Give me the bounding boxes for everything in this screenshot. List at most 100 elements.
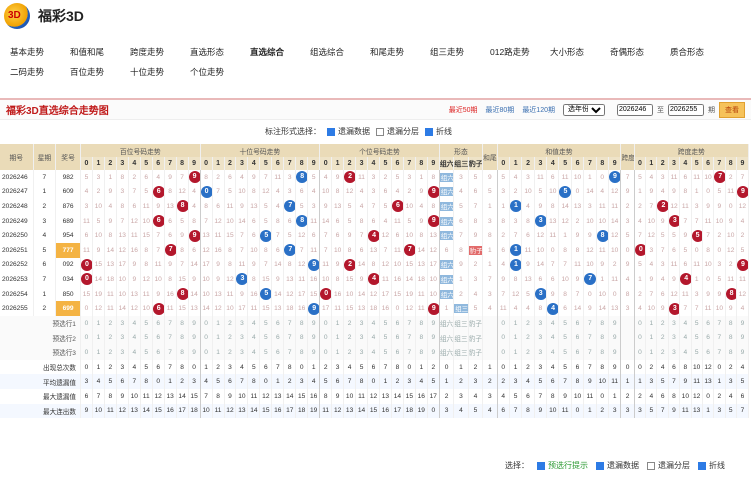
- missing-cell: 11: [379, 272, 392, 287]
- nav-link[interactable]: 百位走势: [70, 66, 130, 78]
- missing-cell: 13: [427, 228, 440, 243]
- checkbox-checked-icon[interactable]: [698, 461, 706, 470]
- nav-link[interactable]: 基本走势: [10, 46, 70, 58]
- missing-cell: 8: [355, 213, 369, 229]
- opt-missing[interactable]: 遗漏数据: [327, 126, 370, 137]
- opt-foot-missing[interactable]: 遗漏数据: [596, 460, 639, 471]
- preview-digit: 9: [427, 315, 440, 331]
- missing-cell: 10: [140, 301, 153, 316]
- missing-cell: 14: [355, 257, 369, 273]
- preview-digit: 1: [92, 330, 105, 346]
- checkbox-checked-icon[interactable]: [327, 127, 335, 136]
- stats-cell: 7: [200, 388, 213, 404]
- opt-preview-hint[interactable]: 预选行提示: [537, 460, 588, 471]
- kuadu-cell: 7: [620, 170, 635, 185]
- nav-link[interactable]: 跨度走势: [130, 46, 190, 58]
- nav-link[interactable]: 二码走势: [10, 66, 70, 78]
- sum-cell: 11: [497, 301, 510, 316]
- span-cell: 5: [679, 242, 692, 258]
- nav-row-2: 二码走势 百位走势 十位走势 个位走势: [10, 62, 751, 82]
- nav-link[interactable]: 大小形态: [550, 46, 610, 58]
- preview-row: 预选行2 0 1 2 3 4 5 6 7 8 9 0 1 2 3 4 5 6 7 8 9 0 1 2 3 4 5 6 7 8 9 组六 组三 豹子…: [0, 330, 750, 346]
- nav-link[interactable]: 和值和尾: [70, 46, 130, 58]
- missing-cell: 10: [343, 286, 357, 302]
- column-header: 跨度: [620, 144, 635, 170]
- opt-layer[interactable]: 遗漏分层: [376, 126, 419, 137]
- nav-link[interactable]: 个位走势: [190, 66, 250, 78]
- missing-cell: 14: [271, 286, 285, 302]
- nav-link[interactable]: 组三走势: [430, 46, 490, 58]
- stats-cell: 0: [596, 388, 609, 404]
- opt-line[interactable]: 折线: [425, 126, 452, 137]
- missing-cell: 2: [212, 170, 225, 185]
- missing-cell: 10: [427, 286, 440, 302]
- checkbox-icon[interactable]: [647, 461, 655, 470]
- hit-ball: 8: [176, 288, 188, 301]
- missing-cell: 4: [391, 184, 404, 200]
- missing-cell: 10: [92, 228, 105, 243]
- year-select[interactable]: 选年份: [563, 103, 605, 116]
- stats-cell: 6: [521, 388, 535, 404]
- nav-link[interactable]: 质合形态: [670, 46, 730, 58]
- missing-cell: 6: [283, 213, 297, 229]
- digit-header: 8: [725, 157, 737, 170]
- table-row: 2026254 1 850 15 19 11 10 13 11 9 16 8 14 10 13 11 9 16 5 1…: [0, 286, 750, 302]
- from-issue-input[interactable]: [617, 103, 653, 116]
- sum-cell: 11: [534, 170, 548, 185]
- missing-cell: 9: [164, 170, 177, 185]
- nav-link[interactable]: 直选综合: [250, 46, 310, 58]
- preview-digit: 2: [521, 315, 535, 331]
- missing-cell: 10: [224, 213, 237, 229]
- sum-cell: 8: [521, 213, 535, 229]
- missing-cell: 16: [247, 286, 261, 302]
- missing-cell: 7: [355, 228, 369, 243]
- recent-50-link[interactable]: 最近50期: [449, 105, 478, 115]
- stats-cell: 11: [140, 388, 153, 404]
- nav-link[interactable]: 组选综合: [310, 46, 370, 58]
- missing-cell: 17: [295, 286, 309, 302]
- form-cell: 组六: [439, 228, 455, 243]
- to-issue-input[interactable]: [668, 103, 704, 116]
- missing-cell: 8: [200, 170, 213, 185]
- stats-cell: 3: [439, 403, 455, 419]
- form-cell: 组六: [439, 213, 455, 229]
- span-cell: 4: [679, 272, 692, 287]
- span-cell: 12: [645, 228, 658, 243]
- missing-cell: 10: [116, 286, 129, 302]
- opt-foot-layer[interactable]: 遗漏分层: [647, 460, 690, 471]
- span-cell: 9: [645, 184, 658, 200]
- span-cell: 12: [668, 199, 681, 214]
- stats-cell: 8: [212, 388, 225, 404]
- digit-header: 0: [497, 157, 510, 170]
- checkbox-checked-icon[interactable]: [537, 461, 545, 470]
- nav-link[interactable]: 奇偶形态: [610, 46, 670, 58]
- nav-link[interactable]: 012路走势: [490, 46, 550, 58]
- opt-foot-line[interactable]: 折线: [698, 460, 725, 471]
- stats-cell: 1: [620, 374, 635, 389]
- sum-cell: 0: [583, 286, 597, 302]
- stats-cell: 8: [571, 374, 585, 389]
- query-button[interactable]: 查看: [719, 101, 745, 118]
- checkbox-icon[interactable]: [376, 127, 384, 136]
- nav-link[interactable]: 直选形态: [190, 46, 250, 58]
- recent-80-link[interactable]: 最近80期: [486, 105, 515, 115]
- missing-cell: 14: [116, 301, 129, 316]
- stats-cell: 7: [92, 388, 105, 404]
- preview-digit: 2: [343, 345, 357, 360]
- recent-120-link[interactable]: 最近120期: [522, 105, 555, 115]
- nav-link[interactable]: 和尾走势: [370, 46, 430, 58]
- span-cell: 4: [645, 170, 658, 185]
- missing-cell: 17: [427, 257, 440, 273]
- sum-cell: 9: [571, 272, 585, 287]
- span-cell: 8: [679, 184, 692, 200]
- span-cell: 5: [736, 242, 750, 258]
- missing-cell: 7: [235, 228, 249, 243]
- sum-cell: 2: [509, 184, 523, 200]
- nav-link[interactable]: 十位走势: [130, 66, 190, 78]
- checkbox-checked-icon[interactable]: [425, 127, 433, 136]
- sum-cell: 1: [583, 170, 597, 185]
- missing-cell: 8: [164, 184, 177, 200]
- checkbox-checked-icon[interactable]: [596, 461, 604, 470]
- issue-cell: 2026246: [0, 170, 34, 185]
- missing-cell: 5: [259, 213, 273, 229]
